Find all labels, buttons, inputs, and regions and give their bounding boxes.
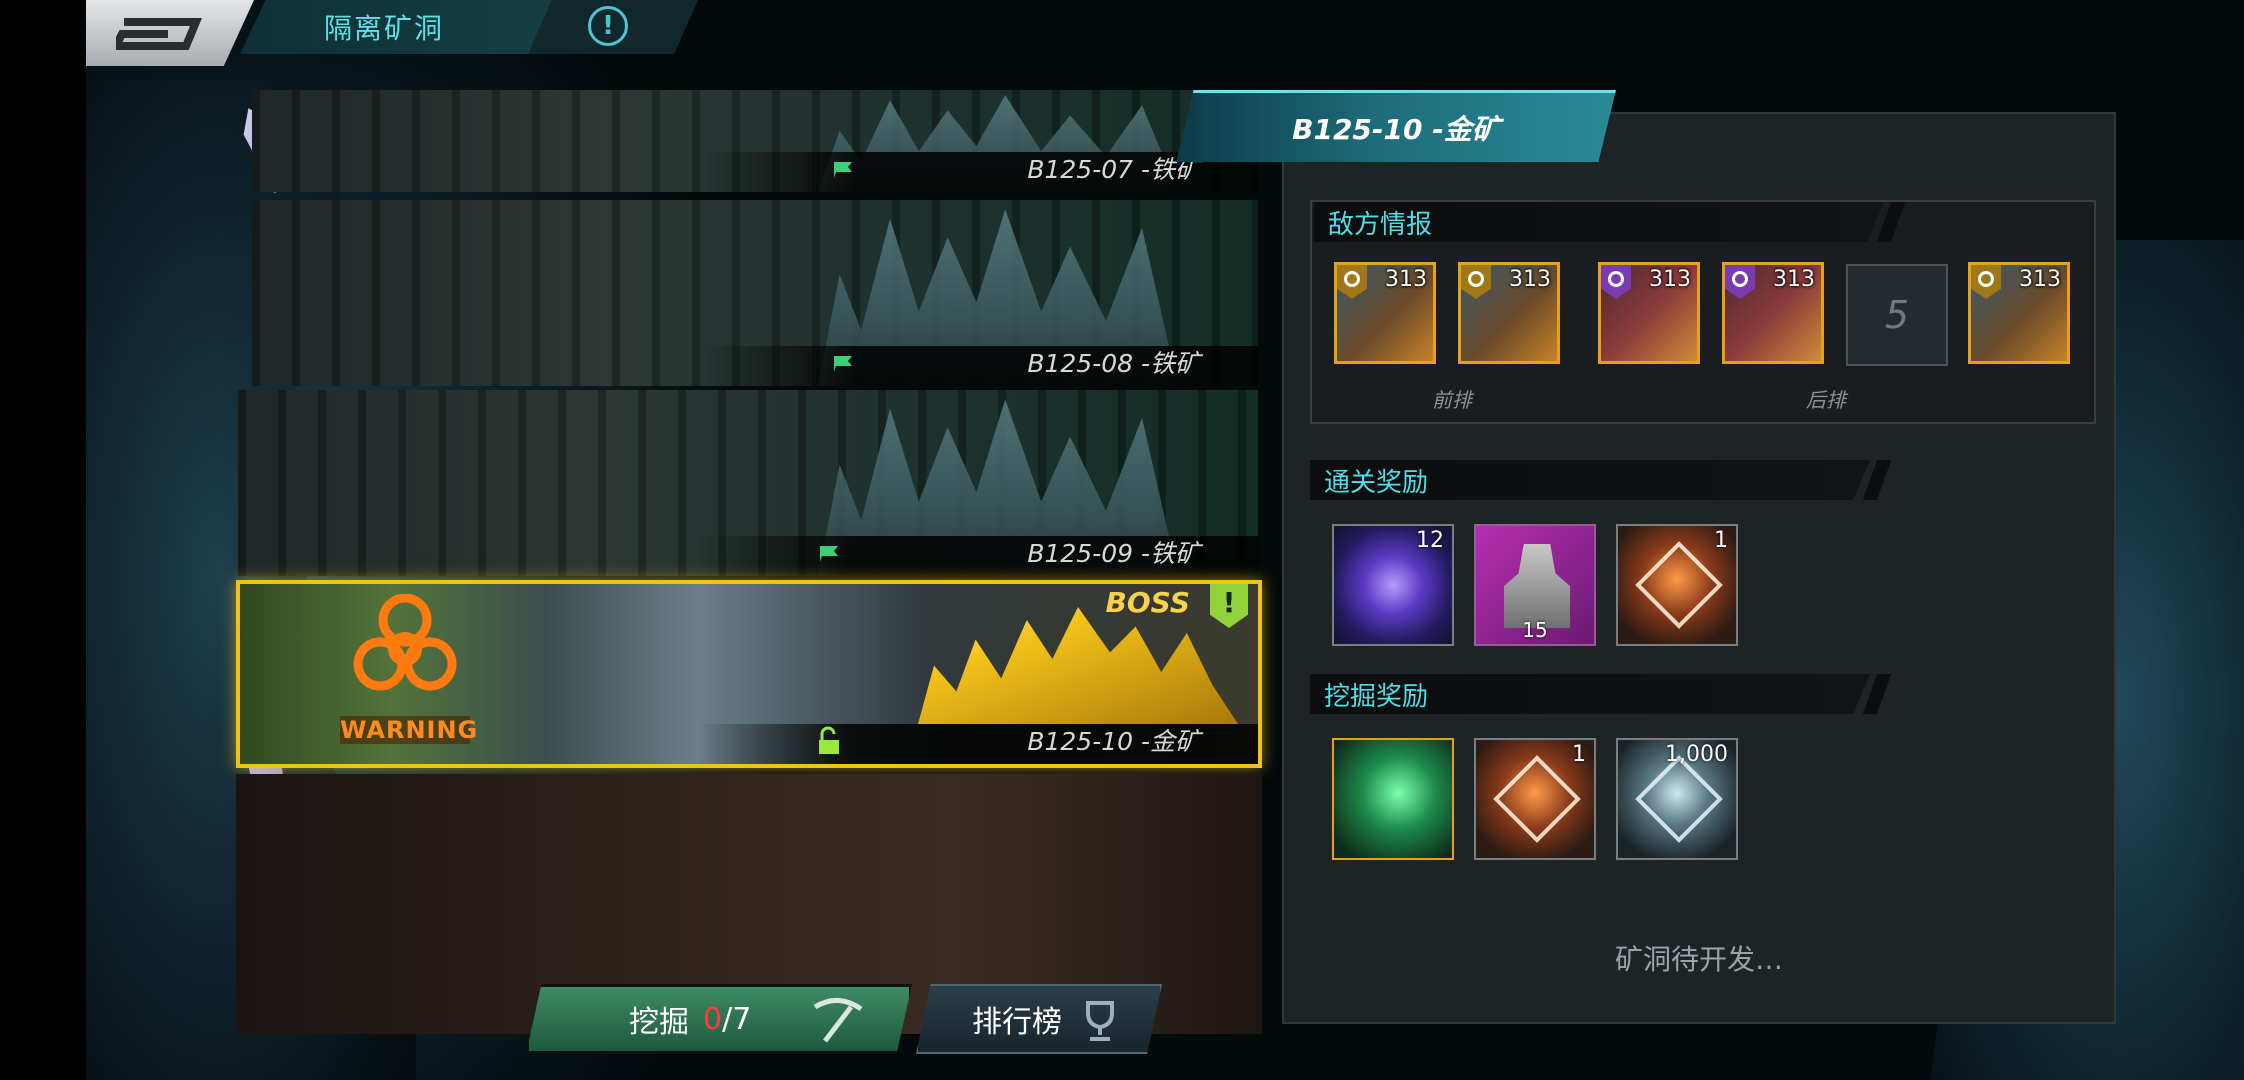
level-item[interactable]: B125-07 -铁矿 xyxy=(252,90,1258,192)
enemy-unit[interactable]: 313 xyxy=(1458,262,1560,364)
dig-button[interactable]: 挖掘 0 /7 xyxy=(526,984,912,1054)
unlock-icon xyxy=(819,726,839,754)
flag-icon xyxy=(820,546,838,562)
panel-title-tab: B125-10 -金矿 xyxy=(1176,90,1616,162)
dig-label: 挖掘 xyxy=(629,1005,689,1040)
flag-icon xyxy=(834,356,852,372)
orange-crystal-icon[interactable]: 1 xyxy=(1616,524,1738,646)
level-name: B125-09 -铁矿 xyxy=(1027,539,1200,568)
info-button[interactable]: ! xyxy=(528,0,698,54)
trophy-icon xyxy=(1086,1001,1114,1041)
section-header-dig-rewards: 挖掘奖励 xyxy=(1310,674,1870,714)
section-header-enemy: 敌方情报 xyxy=(1314,202,1884,242)
enemy-unit[interactable]: 313 xyxy=(1968,262,2070,364)
back-row-label: 后排 xyxy=(1806,388,1846,412)
front-row-label: 前排 xyxy=(1432,388,1472,412)
dig-count-current: 0 xyxy=(703,1001,723,1037)
pickaxe-icon xyxy=(813,998,863,1043)
exclamation-info-icon: ! xyxy=(588,6,628,46)
level-name: B125-08 -铁矿 xyxy=(1027,349,1200,378)
boss-label: BOSS xyxy=(1105,586,1190,619)
faction-icon xyxy=(1461,265,1491,299)
enemy-unit[interactable]: 313 xyxy=(1722,262,1824,364)
enemy-unit[interactable]: 313 xyxy=(1598,262,1700,364)
green-ore-icon[interactable] xyxy=(1332,738,1454,860)
section-header-clear-rewards: 通关奖励 xyxy=(1310,460,1870,500)
mine-status-text: 矿洞待开发… xyxy=(1614,943,1783,976)
level-item-boss[interactable]: BOSS ! WARNING B125-10 -金矿 xyxy=(236,580,1262,768)
faction-icon xyxy=(1725,265,1755,299)
leaderboard-button[interactable]: 排行榜 xyxy=(916,984,1162,1054)
level-item[interactable]: B125-09 -铁矿 xyxy=(238,390,1258,576)
silver-crystal-icon[interactable]: 1,000 xyxy=(1616,738,1738,860)
page-title: 隔离矿洞 xyxy=(324,12,445,45)
biohazard-icon xyxy=(353,593,457,691)
page-title-tab: 隔离矿洞 xyxy=(240,0,560,54)
level-name: B125-07 -铁矿 xyxy=(1027,155,1200,184)
character-shard-icon[interactable]: 15 xyxy=(1474,524,1596,646)
faction-icon xyxy=(1337,265,1367,299)
orange-crystal-icon[interactable]: 1 xyxy=(1474,738,1596,860)
faction-icon xyxy=(1971,265,2001,299)
level-item[interactable]: B125-08 -铁矿 xyxy=(252,200,1258,386)
faction-icon xyxy=(1601,265,1631,299)
purple-core-icon[interactable]: 12 xyxy=(1332,524,1454,646)
enemy-unit[interactable]: 313 xyxy=(1334,262,1436,364)
leaderboard-label: 排行榜 xyxy=(972,1005,1062,1040)
flag-icon xyxy=(834,162,852,178)
warning-badge: WARNING xyxy=(340,593,477,744)
panel-title: B125-10 -金矿 xyxy=(1292,112,1500,146)
empty-enemy-slot: 5 xyxy=(1846,264,1948,366)
level-name: B125-10 -金矿 xyxy=(1027,727,1200,756)
dig-count-total: /7 xyxy=(722,1001,752,1037)
back-icon xyxy=(116,18,202,50)
